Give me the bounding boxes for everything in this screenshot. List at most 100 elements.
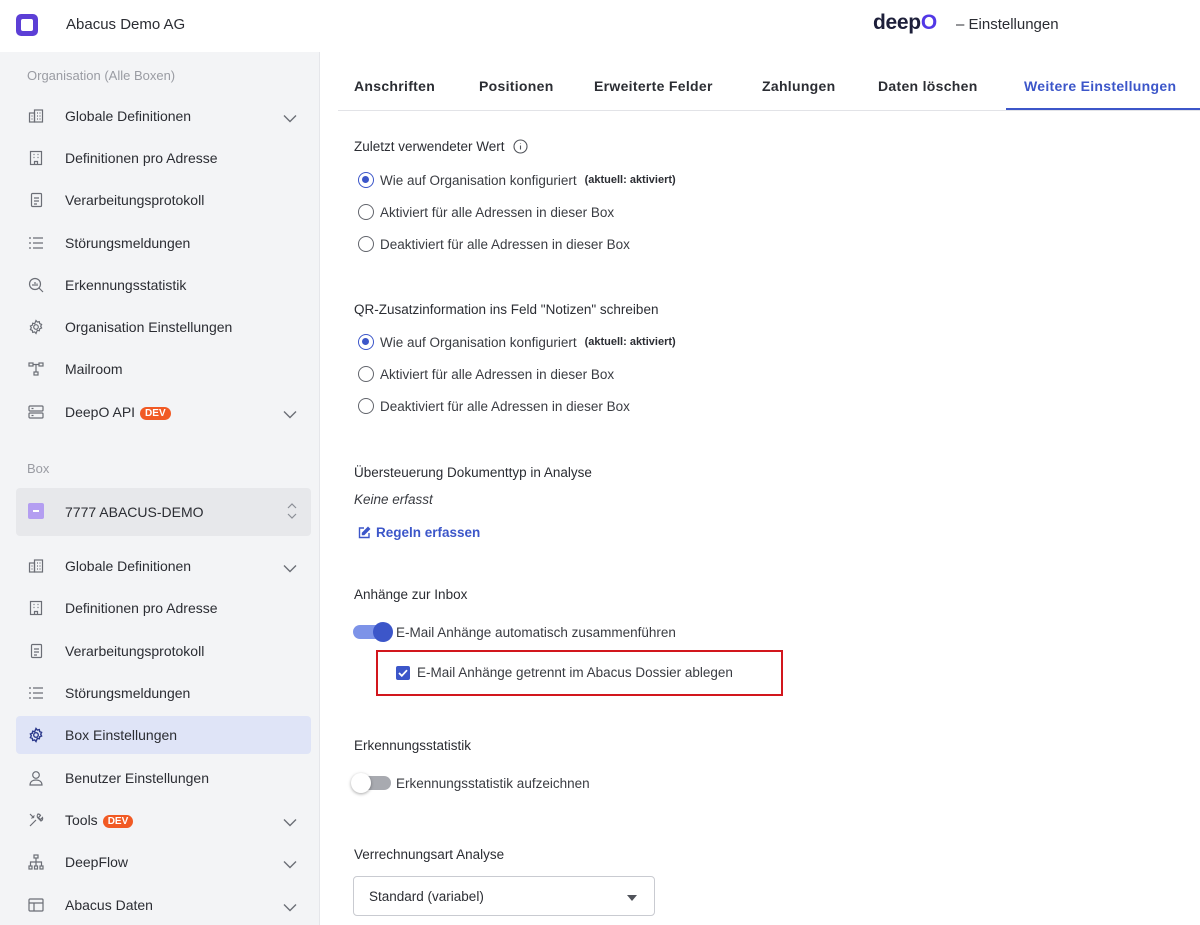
radio-qr-org[interactable]: Wie auf Organisation konfiguriert (aktue… — [358, 334, 676, 350]
chevron-down-icon[interactable] — [283, 814, 297, 832]
section-title-billing: Verrechnungsart Analyse — [354, 847, 505, 862]
chevron-down-icon[interactable] — [283, 899, 297, 917]
document-icon — [16, 192, 56, 208]
sidebar-item-box-stoerungsmeldungen[interactable]: Störungsmeldungen — [16, 674, 311, 712]
info-icon[interactable] — [513, 139, 528, 154]
sidebar-item-org-verarbeitungsprotokoll[interactable]: Verarbeitungsprotokoll — [16, 181, 311, 219]
dev-badge: DEV — [102, 815, 134, 828]
building-grid-icon — [16, 108, 56, 124]
tab-zahlungen[interactable]: Zahlungen — [762, 78, 835, 94]
merge-attachments-toggle[interactable] — [353, 622, 393, 642]
billing-type-select[interactable]: Standard (variabel) — [353, 876, 655, 916]
sidebar-item-org-definitionen-pro-adresse[interactable]: Definitionen pro Adresse — [16, 139, 311, 177]
sidebar-item-text: Tools — [65, 812, 98, 828]
radio-button[interactable] — [358, 398, 374, 414]
sidebar-item-org-stoerungsmeldungen[interactable]: Störungsmeldungen — [16, 224, 311, 262]
radio-button[interactable] — [358, 204, 374, 220]
sidebar-item-label: Störungsmeldungen — [65, 685, 191, 701]
sidebar-item-label: Definitionen pro Adresse — [65, 600, 218, 616]
separate-attachments-checkbox-row[interactable]: E-Mail Anhänge getrennt im Abacus Dossie… — [396, 665, 733, 680]
sidebar-item-label: Abacus Daten — [65, 897, 153, 913]
box-selector[interactable]: 7777 ABACUS-DEMO — [16, 488, 311, 536]
sidebar-item-org-mailroom[interactable]: Mailroom — [16, 350, 311, 388]
chevron-up-down-icon — [287, 502, 297, 525]
org-section-label: Organisation (Alle Boxen) — [27, 68, 176, 83]
sidebar-item-tools[interactable]: Tools DEV — [16, 801, 311, 839]
sidebar-item-label: Globale Definitionen — [65, 558, 192, 574]
magnifier-chart-icon — [16, 277, 56, 293]
add-rules-label: Regeln erfassen — [376, 525, 481, 540]
server-icon — [16, 405, 56, 419]
dev-badge: DEV — [140, 407, 171, 420]
radio-button[interactable] — [358, 334, 374, 350]
sidebar-item-abacus-daten[interactable]: Abacus Daten — [16, 886, 311, 924]
active-tab-indicator — [1006, 108, 1200, 110]
recognition-stats-label: Erkennungsstatistik aufzeichnen — [396, 776, 590, 791]
tab-erweiterte-felder[interactable]: Erweiterte Felder — [594, 78, 713, 94]
brand-logo: deepO — [873, 11, 937, 35]
tab-weitere-einstellungen[interactable]: Weitere Einstellungen — [1024, 78, 1176, 94]
toggle-knob — [351, 773, 371, 793]
add-rules-link[interactable]: Regeln erfassen — [358, 525, 480, 540]
sidebar-item-label: Benutzer Einstellungen — [65, 770, 209, 786]
sidebar-item-label: Erkennungsstatistik — [65, 277, 187, 293]
billing-type-value: Standard (variabel) — [369, 889, 484, 904]
sidebar-item-text: DeepO API — [65, 404, 136, 420]
radio-qr-disabled[interactable]: Deaktiviert für alle Adressen in dieser … — [358, 398, 630, 414]
hierarchy-icon — [16, 854, 56, 870]
section-title-attachments: Anhänge zur Inbox — [354, 587, 468, 602]
sidebar-item-label: Definitionen pro Adresse — [65, 150, 218, 166]
tab-positionen[interactable]: Positionen — [479, 78, 554, 94]
tab-daten-loeschen[interactable]: Daten löschen — [878, 78, 978, 94]
chevron-down-icon[interactable] — [283, 406, 297, 424]
radio-button[interactable] — [358, 236, 374, 252]
building-icon — [16, 150, 56, 166]
building-grid-icon — [16, 558, 56, 574]
sidebar-item-box-verarbeitungsprotokoll[interactable]: Verarbeitungsprotokoll — [16, 632, 311, 670]
sidebar-item-label: Störungsmeldungen — [65, 235, 191, 251]
sidebar-item-org-globale-definitionen[interactable]: Globale Definitionen — [16, 97, 311, 135]
list-icon — [16, 686, 56, 700]
sidebar-item-org-deepo-api[interactable]: DeepO API DEV — [16, 393, 311, 431]
organization-name[interactable]: Abacus Demo AG — [66, 16, 185, 33]
sidebar-item-label: Organisation Einstellungen — [65, 319, 233, 335]
sidebar-item-box-einstellungen[interactable]: Box Einstellungen — [16, 716, 311, 754]
chevron-down-icon[interactable] — [283, 856, 297, 874]
page-title: – Einstellungen — [956, 16, 1059, 33]
sidebar-item-org-organisation-einstellungen[interactable]: Organisation Einstellungen — [16, 308, 311, 346]
sidebar-item-deepflow[interactable]: DeepFlow — [16, 843, 311, 881]
section-title-qr-info: QR-Zusatzinformation ins Feld "Notizen" … — [354, 302, 659, 317]
settings-tabs: Anschriften Positionen Erweiterte Felder… — [338, 62, 1200, 111]
radio-label: Deaktiviert für alle Adressen in dieser … — [380, 236, 630, 252]
radio-label: Aktiviert für alle Adressen in dieser Bo… — [380, 204, 615, 220]
separate-attachments-checkbox[interactable] — [396, 665, 410, 680]
recognition-stats-toggle[interactable] — [351, 773, 391, 793]
sidebar-item-box-globale-definitionen[interactable]: Globale Definitionen — [16, 547, 311, 585]
tab-anschriften[interactable]: Anschriften — [354, 78, 435, 94]
sidebar-item-org-erkennungsstatistik[interactable]: Erkennungsstatistik — [16, 266, 311, 304]
radio-last-value-enabled[interactable]: Aktiviert für alle Adressen in dieser Bo… — [358, 204, 614, 220]
chevron-down-icon[interactable] — [283, 110, 297, 128]
gear-icon — [16, 319, 56, 335]
sidebar-item-box-definitionen-pro-adresse[interactable]: Definitionen pro Adresse — [16, 589, 311, 627]
chevron-down-icon[interactable] — [283, 560, 297, 578]
sidebar-item-benutzer-einstellungen[interactable]: Benutzer Einstellungen — [16, 759, 311, 797]
radio-last-value-org[interactable]: Wie auf Organisation konfiguriert (aktue… — [358, 172, 676, 188]
radio-label: Wie auf Organisation konfiguriert — [380, 172, 577, 188]
radio-qr-enabled[interactable]: Aktiviert für alle Adressen in dieser Bo… — [358, 366, 614, 382]
box-selector-value: 7777 ABACUS-DEMO — [65, 504, 204, 520]
section-title-doc-type-override: Übersteuerung Dokumenttyp in Analyse — [354, 465, 592, 480]
gear-icon — [16, 727, 56, 743]
radio-note: (aktuell: aktiviert) — [584, 174, 676, 186]
sidebar-item-label: Box Einstellungen — [65, 727, 178, 743]
sidebar-item-label: Verarbeitungsprotokoll — [65, 643, 205, 659]
sidebar-item-label: Globale Definitionen — [65, 108, 192, 124]
tools-icon — [16, 812, 56, 828]
radio-note: (aktuell: aktiviert) — [584, 336, 676, 348]
radio-button[interactable] — [358, 366, 374, 382]
flow-icon — [16, 361, 56, 377]
radio-label: Deaktiviert für alle Adressen in dieser … — [380, 398, 630, 414]
radio-button[interactable] — [358, 172, 374, 188]
radio-last-value-disabled[interactable]: Deaktiviert für alle Adressen in dieser … — [358, 236, 630, 252]
app-logo-icon[interactable] — [16, 14, 38, 36]
